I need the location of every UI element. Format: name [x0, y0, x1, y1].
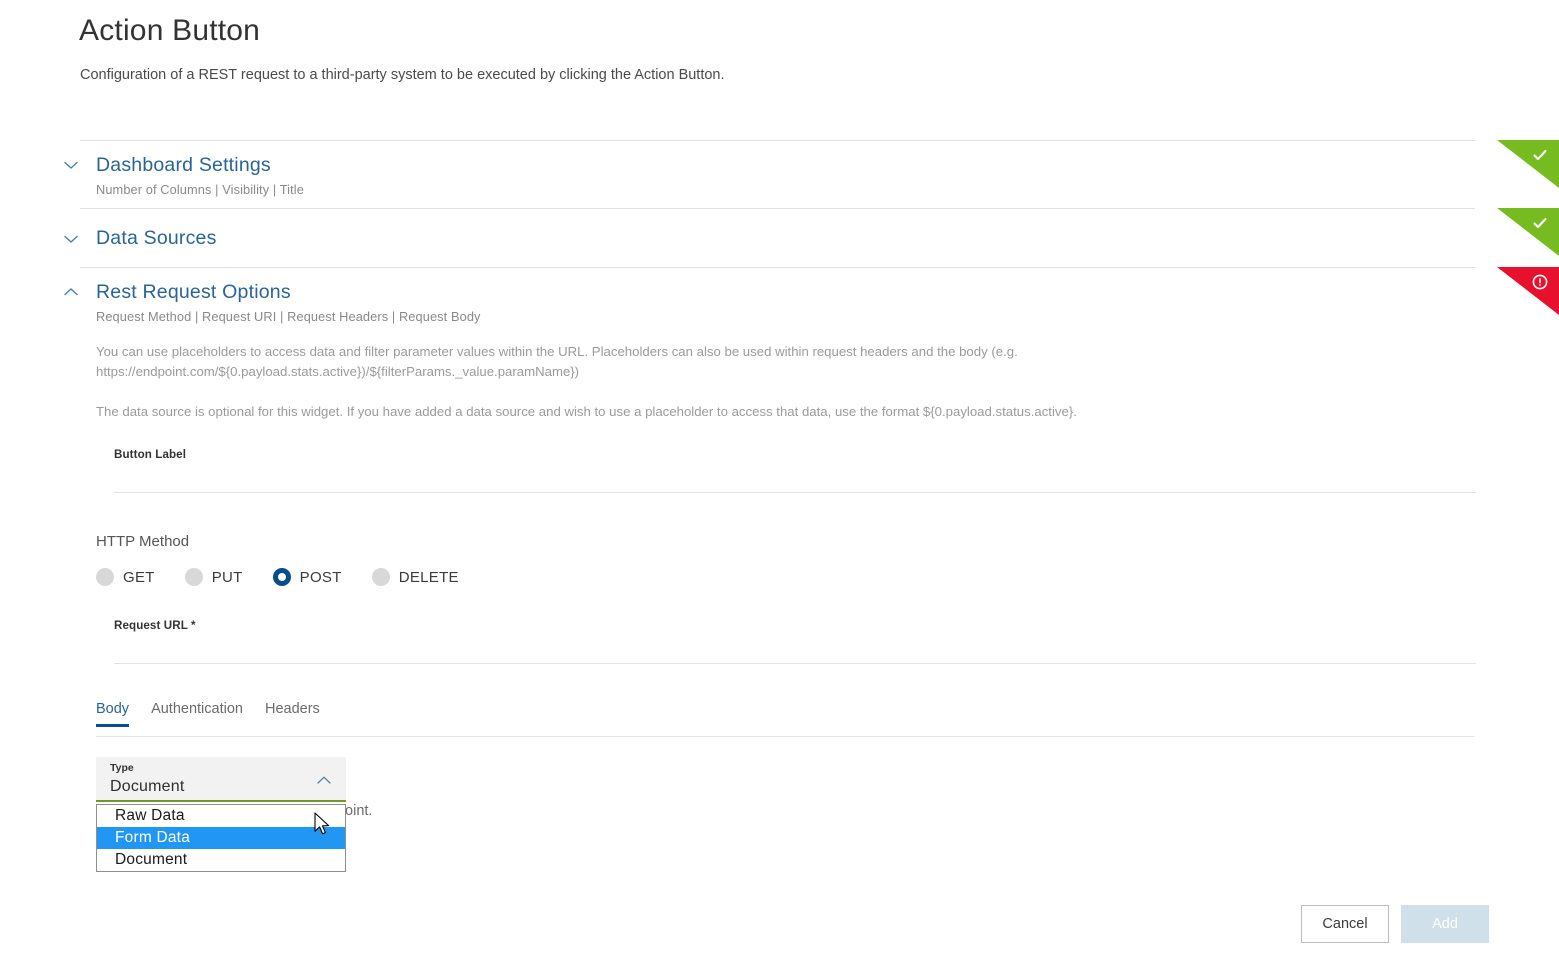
add-button: Add: [1401, 905, 1489, 943]
radio-dot[interactable]: [184, 568, 203, 587]
option-raw-data[interactable]: Raw Data: [97, 805, 345, 827]
chevron-down-icon[interactable]: [62, 156, 80, 174]
radio-dot-selected[interactable]: [272, 568, 291, 587]
accordion-title: Rest Request Options: [96, 281, 291, 303]
page-subtitle: Configuration of a REST request to a thi…: [80, 67, 725, 83]
option-document[interactable]: Document: [97, 849, 345, 871]
tab-underline-rule: [96, 736, 1475, 738]
action-button-config-page: Action Button Configuration of a REST re…: [0, 0, 1559, 963]
request-url-input[interactable]: [114, 632, 1476, 665]
body-type-select-label: Type: [110, 762, 134, 775]
radio-label: DELETE: [398, 568, 459, 586]
request-url-field: Request URL *: [114, 619, 1476, 665]
body-type-select: Type Document Raw Data Form Data Documen…: [96, 757, 346, 873]
chevron-up-icon[interactable]: [316, 775, 332, 785]
radio-dot[interactable]: [371, 568, 390, 587]
placeholder-help-paragraph: You can use placeholders to access data …: [96, 344, 1018, 380]
http-method-label: HTTP Method: [96, 533, 190, 551]
accordion-title: Dashboard Settings: [96, 154, 271, 176]
dialog-footer: Cancel Add: [1301, 905, 1489, 943]
button-label-input[interactable]: [114, 461, 1476, 494]
cancel-button[interactable]: Cancel: [1301, 905, 1389, 943]
accordion-summary: Request Method | Request URI | Request H…: [96, 309, 481, 325]
radio-get[interactable]: GET: [96, 568, 155, 587]
page-title: Action Button: [79, 14, 261, 47]
button-label-field-label: Button Label: [114, 448, 187, 462]
tab-authentication[interactable]: Authentication: [151, 701, 243, 727]
body-type-select-value: Document: [110, 778, 185, 796]
mouse-cursor: [313, 812, 331, 838]
settings-accordion: Dashboard Settings Number of Columns | V…: [0, 140, 1559, 873]
radio-dot[interactable]: [96, 568, 114, 587]
accordion-summary: Number of Columns | Visibility | Title: [96, 182, 304, 198]
data-source-help-paragraph: The data source is optional for this wid…: [96, 404, 1077, 420]
option-form-data[interactable]: Form Data: [97, 827, 345, 850]
http-method-group: HTTP Method GET PUT POST DELETE: [96, 533, 1559, 587]
accordion-section-rest-request-options: Rest Request Options Request Method | Re…: [0, 267, 1559, 873]
chevron-up-icon[interactable]: [62, 283, 80, 301]
rest-request-options-body: You can use placeholders to access data …: [0, 324, 1559, 873]
button-label-field: Button Label: [114, 448, 1476, 494]
radio-label: PUT: [211, 568, 243, 586]
http-method-radios: GET PUT POST DELETE: [96, 568, 1559, 587]
radio-label: GET: [123, 568, 155, 586]
accordion-header-data-sources[interactable]: Data Sources: [0, 208, 1559, 249]
accordion-header-dashboard-settings[interactable]: Dashboard Settings Number of Columns | V…: [0, 140, 1559, 197]
radio-label: POST: [299, 568, 342, 586]
body-type-option-list: Raw Data Form Data Document: [96, 804, 346, 873]
radio-delete[interactable]: DELETE: [371, 568, 459, 587]
accordion-section-dashboard-settings: Dashboard Settings Number of Columns | V…: [0, 140, 1559, 208]
accordion-title: Data Sources: [96, 227, 217, 249]
accordion-header-rest-request-options[interactable]: Rest Request Options Request Method | Re…: [0, 267, 1559, 324]
body-type-select-control[interactable]: Type Document: [96, 757, 346, 803]
radio-put[interactable]: PUT: [184, 568, 243, 587]
request-url-field-label: Request URL *: [114, 619, 196, 633]
accordion-section-data-sources: Data Sources: [0, 208, 1559, 267]
tab-body[interactable]: Body: [96, 701, 130, 728]
radio-post[interactable]: POST: [272, 568, 342, 587]
request-detail-tabs: Body Authentication Headers: [96, 701, 1559, 738]
chevron-down-icon[interactable]: [62, 230, 80, 248]
tab-headers[interactable]: Headers: [265, 701, 320, 727]
tab-strip: Body Authentication Headers: [96, 701, 1559, 728]
